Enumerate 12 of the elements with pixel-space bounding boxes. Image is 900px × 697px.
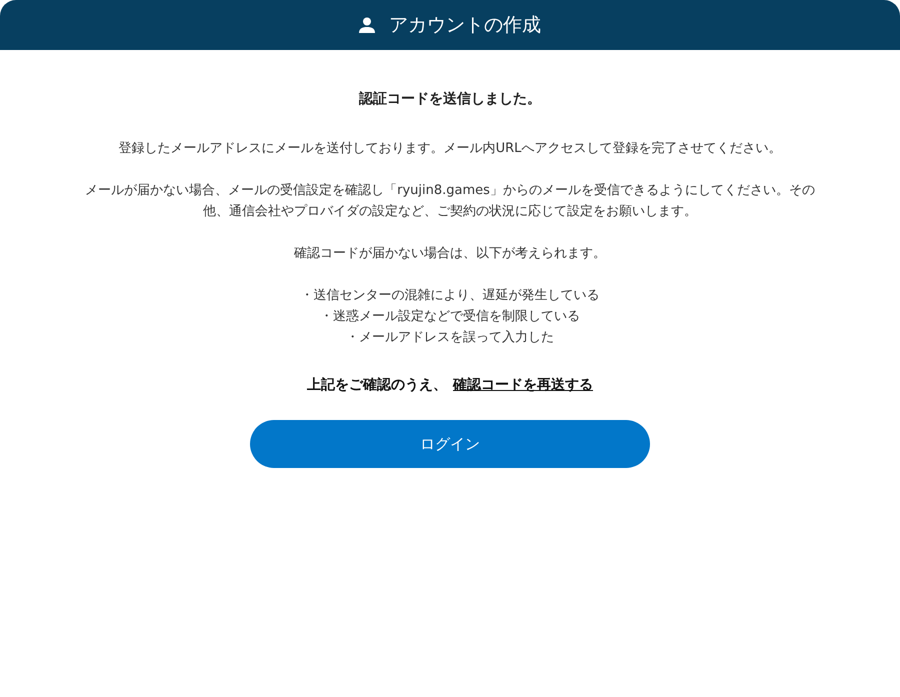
paragraph: メールが届かない場合、メールの受信設定を確認し「ryujin8.games」からのメールを受信できるようにしてください。その他、通信会社やプロバイダの設定など、ご契約の状況に応じて設定をお願いします。 <box>85 182 815 221</box>
resend-prompt: 上記をご確認のうえ、 <box>307 376 447 394</box>
reason-item: ・メールアドレスを誤って入力した <box>346 329 554 347</box>
reason-item: ・送信センターの混雑により、遅延が発生している <box>300 287 600 305</box>
user-icon <box>359 17 375 33</box>
reason-item: ・迷惑メール設定などで受信を制限している <box>320 308 580 326</box>
header-title: アカウントの作成 <box>389 13 541 38</box>
login-button[interactable]: ログイン <box>250 420 650 468</box>
paragraph: 確認コードが届かない場合は、以下が考えられます。 <box>293 245 607 263</box>
heading: 認証コードを送信しました。 <box>359 90 541 108</box>
paragraph: 登録したメールアドレスにメールを送付しております。メール内URLへアクセスして登録を完了させてください。 <box>118 140 782 158</box>
resend-link[interactable]: 確認コードを再送する <box>453 376 593 394</box>
